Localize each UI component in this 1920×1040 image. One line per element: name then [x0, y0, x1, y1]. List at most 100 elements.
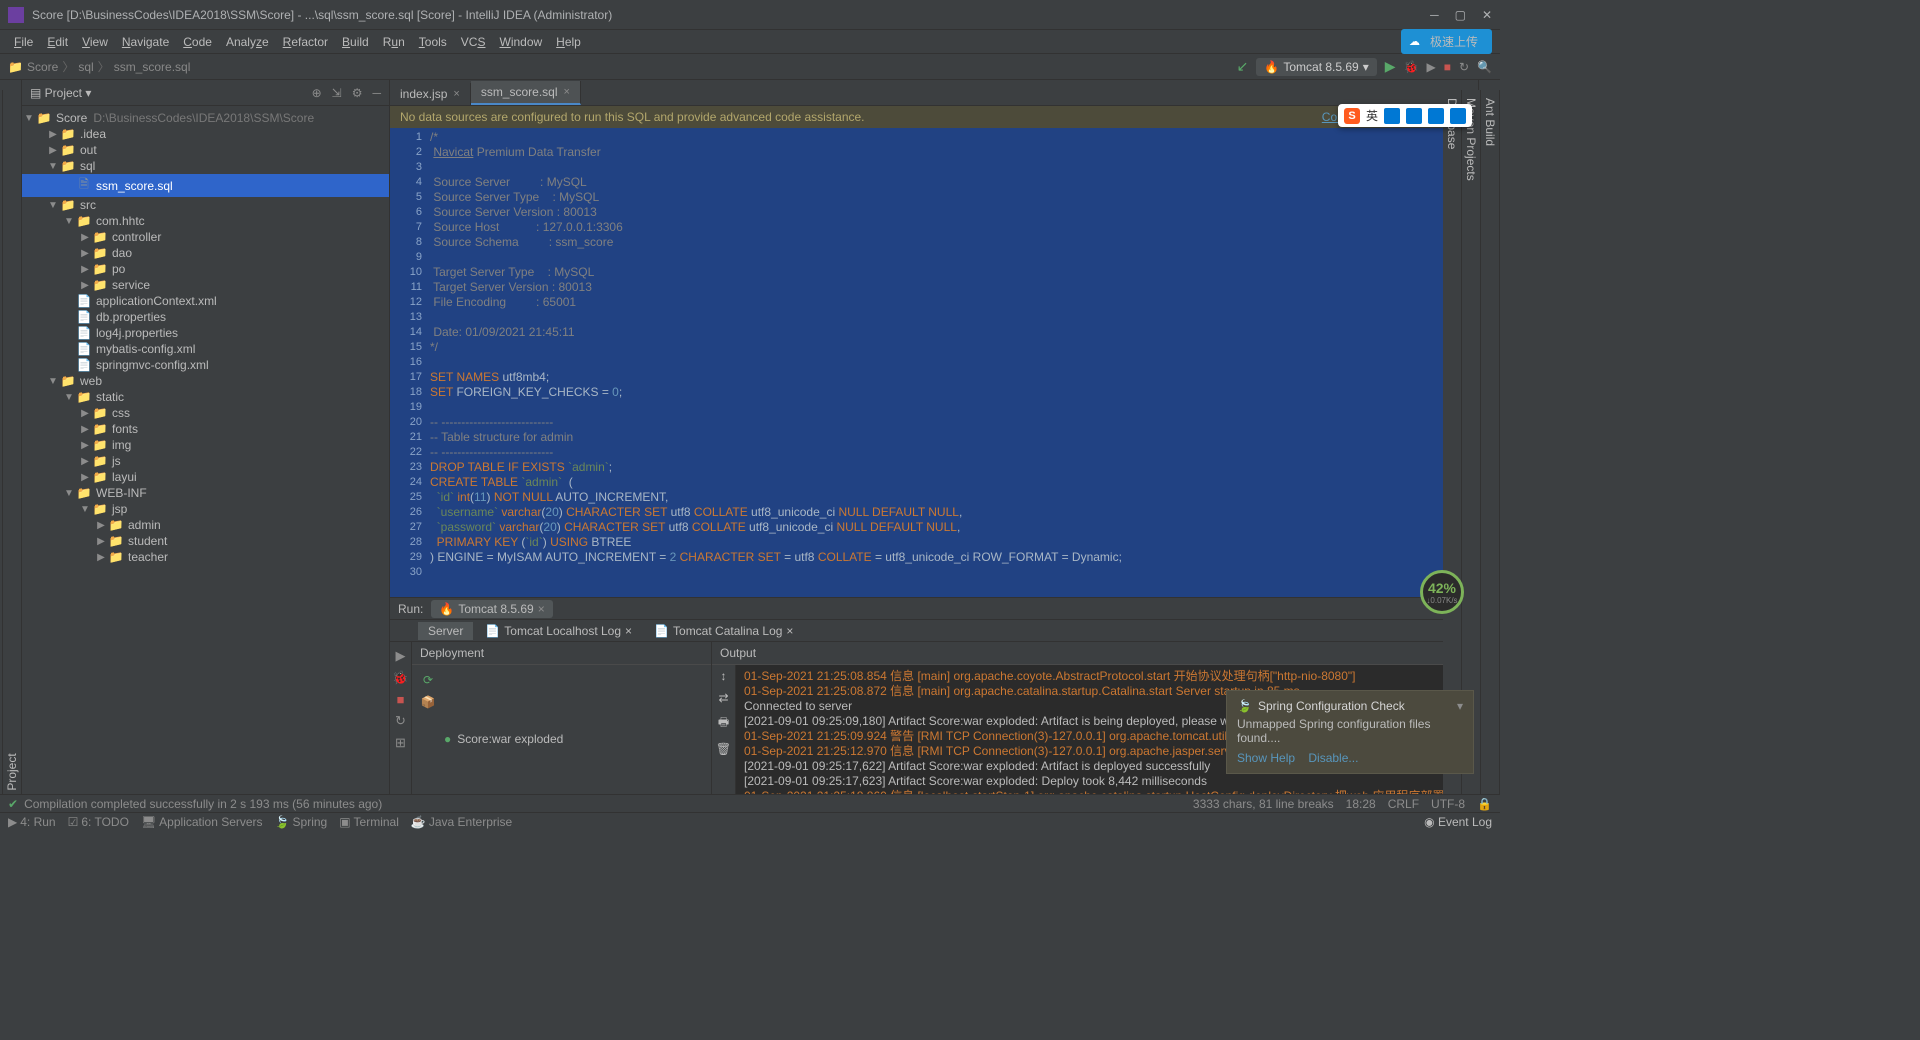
tree-item[interactable]: ▶📁css — [22, 405, 389, 421]
tree-item[interactable]: ▶📁layui — [22, 469, 389, 485]
speed-badge[interactable]: 42% ↓0.07K/s — [1420, 570, 1464, 614]
menu-window[interactable]: Window — [493, 33, 548, 51]
ime-icon[interactable] — [1406, 108, 1422, 124]
chevron-down-icon[interactable]: ▾ — [1457, 699, 1463, 713]
tree-item[interactable]: 📄log4j.properties — [22, 325, 389, 341]
tree-item[interactable]: ▶📁out — [22, 142, 389, 158]
menu-help[interactable]: Help — [550, 33, 587, 51]
compile-icon[interactable]: ↙ — [1237, 58, 1249, 75]
menu-navigate[interactable]: Navigate — [116, 33, 175, 51]
btm-javaee[interactable]: ☕ Java Enterprise — [411, 815, 512, 829]
tree-item[interactable]: ▶📁dao — [22, 245, 389, 261]
tree-item[interactable]: ▶📁teacher — [22, 549, 389, 565]
menu-file[interactable]: File — [8, 33, 39, 51]
tree-item[interactable]: ▶📁controller — [22, 229, 389, 245]
menu-vcs[interactable]: VCS — [455, 33, 492, 51]
tree-item[interactable]: ▶📁service — [22, 277, 389, 293]
tree-item[interactable]: 📄db.properties — [22, 309, 389, 325]
scroll-from-source-icon[interactable]: ⊕ — [312, 86, 322, 100]
minimize-button[interactable]: ─ — [1430, 8, 1439, 22]
hide-icon[interactable]: ─ — [372, 86, 381, 100]
cloud-upload-button[interactable]: ☁ 极速上传 — [1401, 29, 1492, 54]
event-log[interactable]: ◉ Event Log — [1424, 815, 1492, 829]
stop-button[interactable]: ■ — [1444, 60, 1451, 74]
tab-structure[interactable]: 7: Structure — [0, 290, 2, 812]
btm-terminal[interactable]: ▣ Terminal — [339, 815, 399, 829]
tree-item[interactable]: 📄applicationContext.xml — [22, 293, 389, 309]
menu-build[interactable]: Build — [336, 33, 375, 51]
close-icon[interactable]: × — [453, 88, 459, 100]
tree-item[interactable]: ▶📁po — [22, 261, 389, 277]
ime-icon[interactable] — [1384, 108, 1400, 124]
tab-ssmscoresql[interactable]: ssm_score.sql× — [471, 81, 581, 105]
deploy-icon[interactable]: 📦 — [421, 695, 436, 709]
tree-item[interactable]: ▶📁student — [22, 533, 389, 549]
tree-item[interactable]: ▼📁WEB-INF — [22, 485, 389, 501]
menu-analyze[interactable]: Analyze — [220, 33, 275, 51]
debug-button[interactable]: 🐞 — [1404, 60, 1419, 74]
tree-item[interactable]: ▶📁fonts — [22, 421, 389, 437]
crumb-file[interactable]: ssm_score.sql — [114, 60, 191, 74]
sogou-icon[interactable]: S — [1344, 108, 1360, 124]
line-sep[interactable]: CRLF — [1388, 797, 1419, 811]
tree-item[interactable]: ▼📁static — [22, 389, 389, 405]
menu-code[interactable]: Code — [177, 33, 218, 51]
btm-run[interactable]: ▶ 4: Run — [8, 815, 56, 829]
tree-item[interactable]: ▼📁src — [22, 197, 389, 213]
crumb-root[interactable]: Score — [27, 60, 58, 74]
collapse-all-icon[interactable]: ⇲ — [332, 86, 342, 100]
tab-localhost-log[interactable]: 📄 Tomcat Localhost Log × — [475, 622, 642, 640]
ime-toolbar[interactable]: S 英 — [1338, 104, 1472, 127]
tree-item[interactable]: 📄springmvc-config.xml — [22, 357, 389, 373]
artifact-item[interactable]: ●Score:war exploded — [440, 669, 567, 808]
run-config-tab[interactable]: 🔥 Tomcat 8.5.69 × — [431, 600, 552, 618]
tab-server[interactable]: Server — [418, 622, 473, 640]
deploy-all-icon[interactable]: ⟳ — [423, 673, 433, 687]
close-button[interactable]: ✕ — [1482, 8, 1492, 22]
tab-ant[interactable]: Ant Build — [1481, 90, 1500, 812]
maximize-button[interactable]: ▢ — [1455, 8, 1466, 22]
menu-view[interactable]: View — [76, 33, 114, 51]
project-dropdown[interactable]: ▤ Project ▾ — [30, 86, 91, 100]
encoding[interactable]: UTF-8 — [1431, 797, 1465, 811]
tree-item[interactable]: ▼📁jsp — [22, 501, 389, 517]
scroll-icon[interactable]: ↕ — [721, 669, 727, 683]
tree-item[interactable]: ▼📁com.hhtc — [22, 213, 389, 229]
tab-catalina-log[interactable]: 📄 Tomcat Catalina Log × — [644, 622, 803, 640]
disable-link[interactable]: Disable... — [1308, 751, 1358, 765]
lock-icon[interactable]: 🔒 — [1477, 797, 1492, 811]
close-icon[interactable]: × — [564, 86, 570, 98]
tree-item[interactable]: ▶📁img — [22, 437, 389, 453]
rerun-icon[interactable]: ▶ — [396, 648, 406, 664]
clear-icon[interactable]: 🗑 — [716, 742, 731, 756]
btm-spring[interactable]: 🍃 Spring — [275, 815, 328, 829]
open-browser-icon[interactable]: 🐞 — [392, 670, 408, 686]
layout-icon[interactable]: ⊞ — [395, 735, 406, 751]
menu-run[interactable]: Run — [377, 33, 411, 51]
tree-item[interactable]: ▶📁admin — [22, 517, 389, 533]
code-editor[interactable]: 1234567891011121314151617181920212223242… — [390, 128, 1478, 597]
ime-icon[interactable] — [1450, 108, 1466, 124]
tab-project[interactable]: 1: Project — [2, 90, 21, 812]
tab-indexjsp[interactable]: index.jsp× — [390, 83, 471, 105]
gear-icon[interactable]: ⚙ — [352, 86, 363, 100]
update-icon[interactable]: ↻ — [395, 713, 406, 729]
tree-item[interactable]: 🗎ssm_score.sql — [22, 174, 389, 197]
cursor-pos[interactable]: 18:28 — [1346, 797, 1376, 811]
crumb-sql[interactable]: sql — [78, 60, 93, 74]
menu-edit[interactable]: Edit — [41, 33, 74, 51]
project-tree[interactable]: ▼📁ScoreD:\BusinessCodes\IDEA2018\SSM\Sco… — [22, 106, 389, 812]
run-config-dropdown[interactable]: 🔥 Tomcat 8.5.69 ▾ — [1256, 58, 1376, 76]
menu-refactor[interactable]: Refactor — [277, 33, 334, 51]
wrap-icon[interactable]: ⇄ — [718, 691, 728, 705]
tree-item[interactable]: 📄mybatis-config.xml — [22, 341, 389, 357]
ime-icon[interactable] — [1428, 108, 1444, 124]
print-icon[interactable]: 🖶 — [718, 713, 729, 734]
run-button[interactable]: ▶ — [1385, 58, 1396, 75]
update-button[interactable]: ↻ — [1459, 60, 1469, 74]
search-button[interactable]: 🔍 — [1477, 60, 1492, 74]
tree-item[interactable]: ▶📁js — [22, 453, 389, 469]
coverage-button[interactable]: ▶ — [1427, 60, 1436, 74]
stop-icon[interactable]: ■ — [397, 692, 405, 707]
tree-item[interactable]: ▶📁.idea — [22, 126, 389, 142]
